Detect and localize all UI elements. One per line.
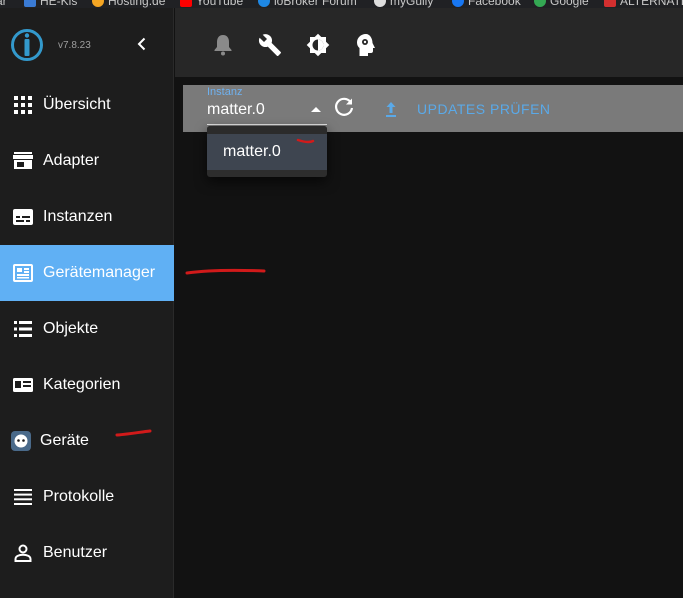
- sidebar-item-objekte[interactable]: Objekte: [0, 301, 174, 357]
- instanz-option[interactable]: matter.0: [207, 134, 327, 170]
- devices-robot-icon: [11, 431, 31, 451]
- person-icon: [13, 543, 33, 563]
- sidebar-nav: Übersicht Adapter Instanzen Gerätemanage…: [0, 77, 174, 581]
- bookmark-favicon-icon: [92, 0, 104, 7]
- youtube-icon: [180, 0, 192, 7]
- google-icon: [534, 0, 546, 7]
- bookmark[interactable]: ALTERNATE: [604, 0, 683, 8]
- sidebar-item-kategorien[interactable]: Kategorien: [0, 357, 174, 413]
- facebook-icon: [452, 0, 464, 7]
- bookmark[interactable]: HE-Kis: [24, 0, 77, 8]
- instanz-select[interactable]: matter.0: [207, 99, 327, 125]
- iobroker-logo-icon[interactable]: [10, 28, 44, 62]
- bookmark[interactable]: ioBroker Forum: [258, 0, 357, 8]
- theme-toggle-button[interactable]: [306, 33, 330, 57]
- version-label: v7.8.23: [58, 40, 91, 51]
- expert-mode-button[interactable]: [354, 33, 378, 57]
- sidebar-item-geraetemanager[interactable]: Gerätemanager: [0, 245, 174, 301]
- collapse-sidebar-button[interactable]: [134, 36, 150, 52]
- apps-grid-icon: [13, 95, 33, 115]
- bell-icon: [214, 35, 232, 56]
- caret-up-icon: [311, 107, 321, 112]
- menu-lines-icon: [13, 487, 33, 507]
- sidebar-item-label: Kategorien: [43, 376, 121, 393]
- instanz-dropdown-menu: matter.0: [207, 126, 327, 177]
- sidebar-item-adapter[interactable]: Adapter: [0, 133, 174, 189]
- sidebar-item-uebersicht[interactable]: Übersicht: [0, 77, 174, 133]
- category-card-icon: [13, 375, 33, 395]
- device-manager-icon: [13, 263, 33, 283]
- sidebar-item-label: Gerätemanager: [43, 264, 156, 281]
- sidebar-item-label: Instanzen: [43, 208, 113, 225]
- brightness-icon: [306, 33, 330, 57]
- sidebar-item-label: Objekte: [43, 320, 99, 337]
- bookmark[interactable]: myGully: [374, 0, 433, 8]
- bookmark-favicon-icon: [258, 0, 270, 7]
- bookmark-favicon-icon: [604, 0, 616, 7]
- bookmark[interactable]: Google: [534, 0, 589, 8]
- bookmark-favicon-icon: [24, 0, 36, 7]
- sidebar-item-label: Adapter: [43, 152, 100, 169]
- sidebar-item-label: Geräte: [40, 432, 89, 449]
- sidebar: v7.8.23 Übersicht Adapter Instanzen Gerä…: [0, 8, 174, 598]
- instanz-selected-value: matter.0: [207, 101, 265, 118]
- chevron-left-icon: [137, 37, 146, 51]
- sidebar-header: v7.8.23: [0, 8, 174, 80]
- notifications-button[interactable]: [211, 33, 235, 57]
- refresh-icon: [335, 97, 354, 116]
- check-updates-button[interactable]: UPDATES PRÜFEN: [383, 95, 551, 123]
- bookmark[interactable]: YouTube: [180, 0, 243, 8]
- sidebar-item-geraete[interactable]: Geräte: [0, 413, 174, 469]
- sidebar-item-protokolle[interactable]: Protokolle: [0, 469, 174, 525]
- list-icon: [13, 319, 33, 339]
- bookmark-favicon-icon: [374, 0, 386, 7]
- red-annotation-mark: [185, 268, 266, 275]
- wrench-icon: [258, 34, 281, 56]
- upload-arrow-icon: [383, 100, 399, 118]
- top-app-bar: [175, 8, 683, 77]
- menu-top-padding: [207, 126, 327, 134]
- sidebar-item-instanzen[interactable]: Instanzen: [0, 189, 174, 245]
- instanz-label: Instanz: [207, 86, 243, 98]
- device-manager-toolbar: Instanz matter.0 UPDATES PRÜFEN: [183, 85, 683, 132]
- bookmark[interactable]: ar: [0, 0, 7, 8]
- bookmark[interactable]: Hosting.de: [92, 0, 165, 8]
- sidebar-item-benutzer[interactable]: Benutzer: [0, 525, 174, 581]
- settings-button[interactable]: [258, 33, 282, 57]
- bookmarks-bar: ar HE-Kis Hosting.de YouTube ioBroker Fo…: [0, 0, 683, 8]
- instanz-option-label: matter.0: [223, 143, 281, 160]
- bookmark[interactable]: Facebook: [452, 0, 521, 8]
- check-updates-label: UPDATES PRÜFEN: [417, 101, 551, 117]
- refresh-button[interactable]: [333, 97, 355, 119]
- expert-mode-head-icon: [357, 34, 375, 56]
- sidebar-item-label: Benutzer: [43, 544, 108, 561]
- sidebar-item-label: Protokolle: [43, 488, 115, 505]
- select-underline: [207, 124, 327, 125]
- store-icon: [13, 151, 33, 171]
- sidebar-item-label: Übersicht: [43, 96, 111, 113]
- subtitles-icon: [13, 207, 33, 227]
